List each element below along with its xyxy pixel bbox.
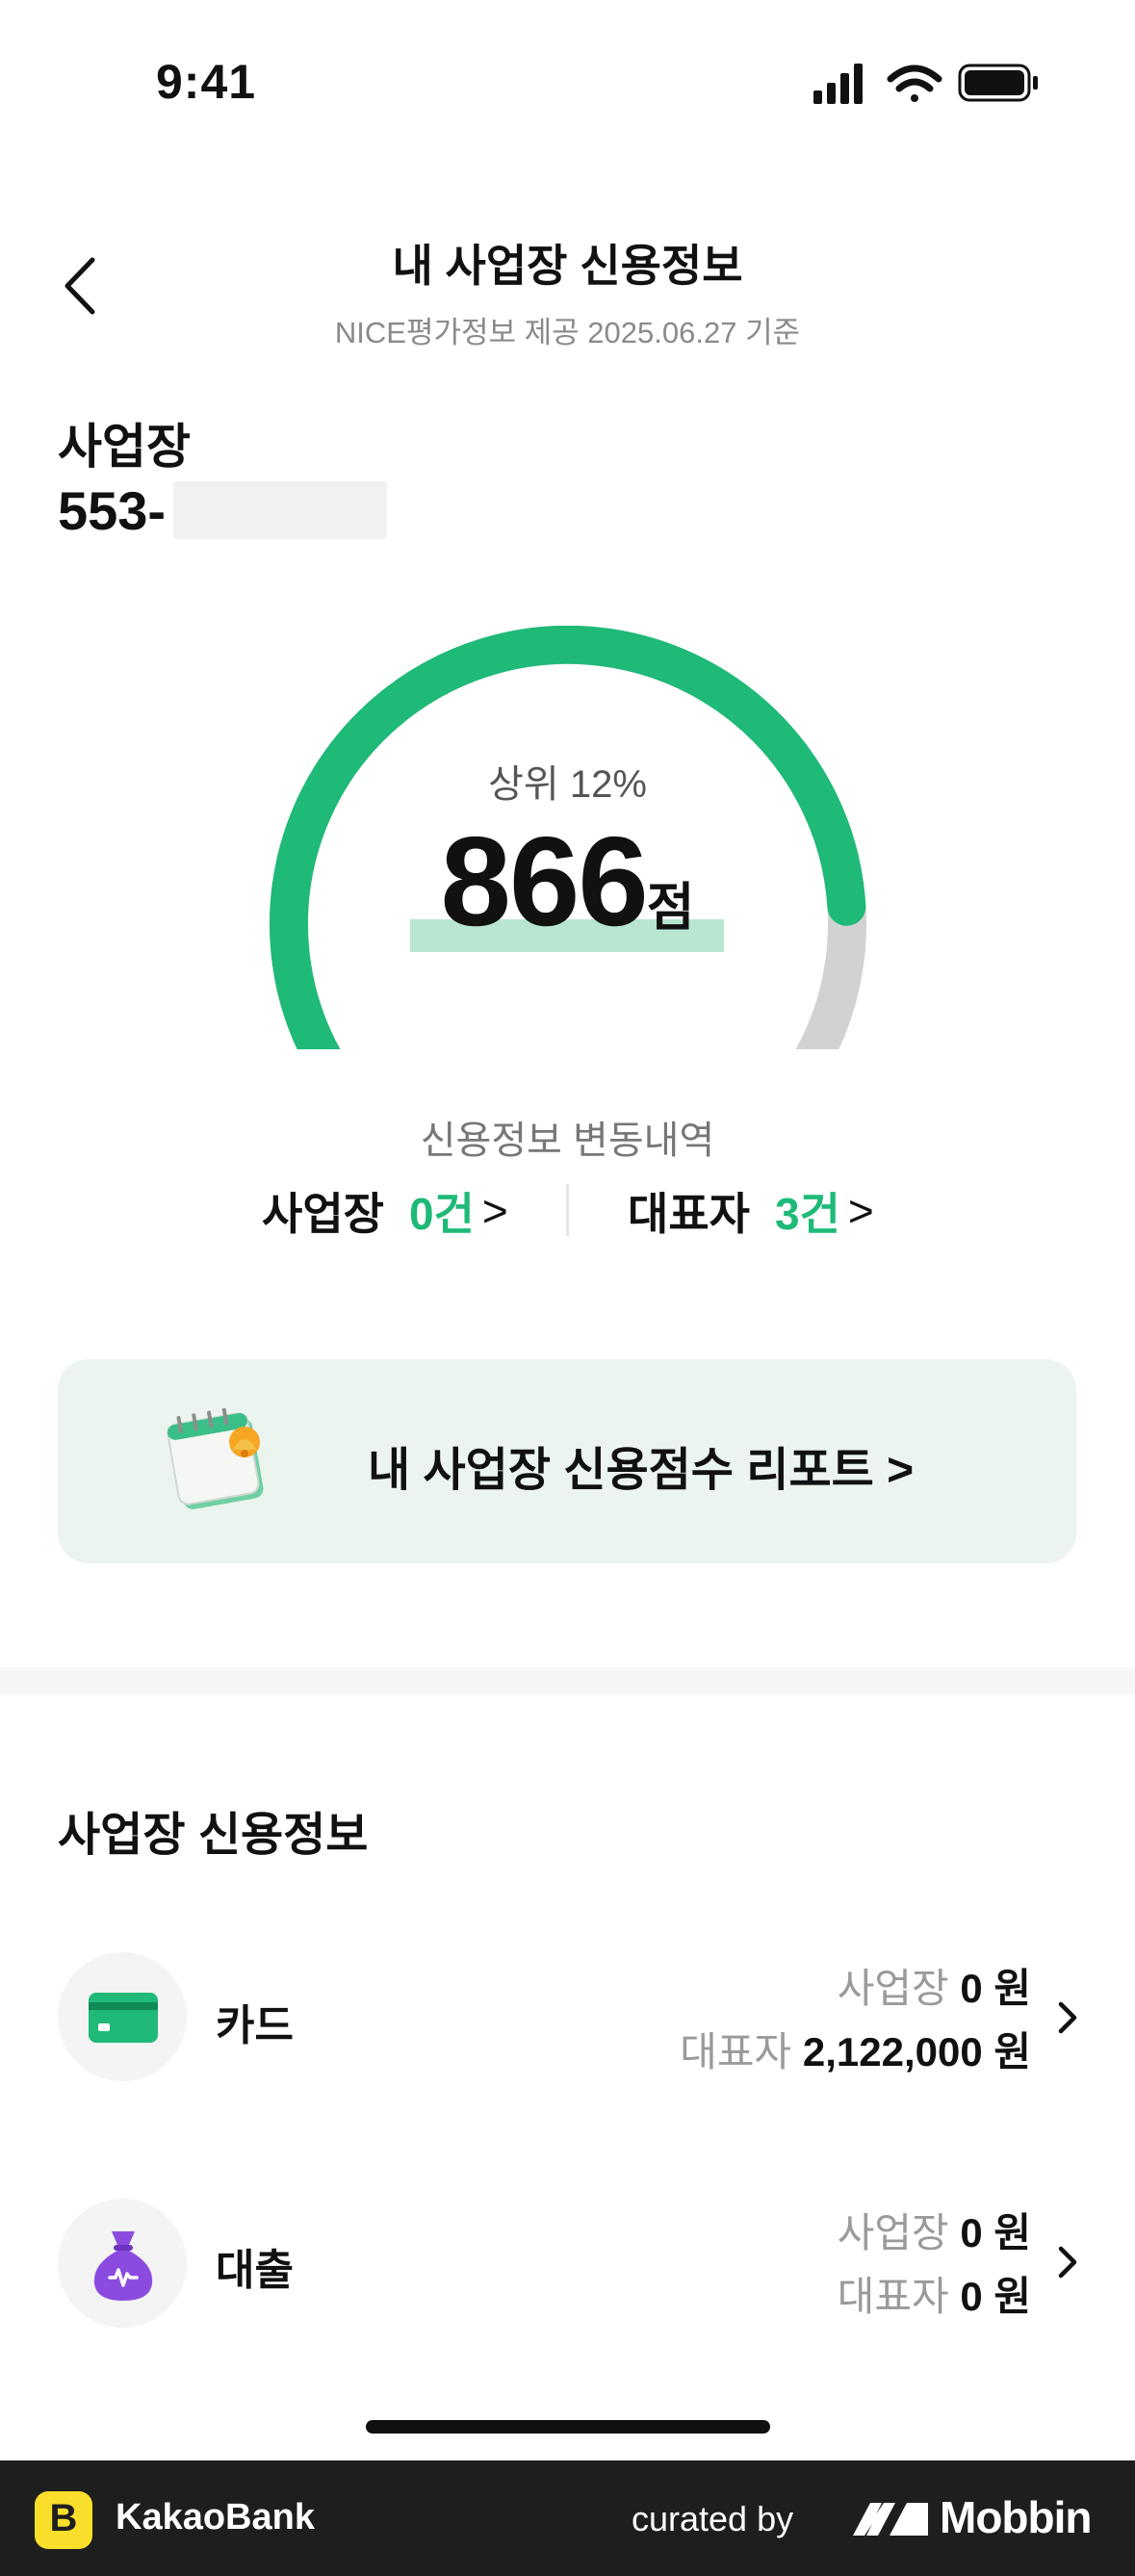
- loan-rep-key: 대표자: [837, 2274, 949, 2319]
- chevron-right-icon: >: [847, 1186, 874, 1236]
- mobbin-logo-icon: [853, 2503, 928, 2536]
- card-business-value: 0 원: [960, 1966, 1031, 2011]
- rank-text: 상위 12%: [488, 763, 647, 806]
- section-title: 사업장 신용정보: [58, 1810, 369, 1861]
- loan-representative-amount: 대표자 0 원: [838, 2264, 1031, 2323]
- card-business-key: 사업장: [837, 1966, 949, 2011]
- money-bag-icon: [93, 2231, 153, 2301]
- app-name: KakaoBank: [116, 2497, 315, 2537]
- loan-chevron-right-icon[interactable]: [1053, 2241, 1082, 2283]
- card-business-amount: 사업장 0 원: [838, 1956, 1031, 2015]
- loan-label: 대출: [216, 2247, 294, 2294]
- card-rep-value: 2,122,000 원: [802, 2029, 1031, 2074]
- loan-rep-value: 0 원: [960, 2274, 1031, 2319]
- card-label: 카드: [216, 2002, 294, 2049]
- kakaobank-logo-letter: B: [49, 2497, 78, 2539]
- score-unit: 점: [646, 879, 695, 937]
- page-title: 내 사업장 신용정보: [392, 241, 743, 291]
- home-indicator: [366, 2420, 770, 2434]
- credit-report-label: 내 사업장 신용점수 리포트 >: [368, 1445, 915, 1496]
- loan-business-key: 사업장: [837, 2210, 949, 2255]
- representative-change-label: 대표자: [628, 1189, 750, 1239]
- business-change-count: 0건: [408, 1189, 475, 1239]
- card-rep-key: 대표자: [680, 2029, 792, 2074]
- business-change-label: 사업장: [262, 1189, 384, 1239]
- business-label: 사업장: [58, 420, 191, 474]
- loan-business-amount: 사업장 0 원: [838, 2201, 1031, 2259]
- curated-by-label: curated by: [632, 2499, 794, 2538]
- status-icons: [813, 64, 1038, 104]
- section-separator: [0, 1667, 1135, 1694]
- chevron-right-icon: >: [481, 1186, 508, 1236]
- card-chevron-right-icon[interactable]: [1053, 1996, 1082, 2039]
- representative-change-link[interactable]: 대표자 3건 >: [628, 1179, 874, 1243]
- change-history-title: 신용정보 변동내역: [420, 1120, 715, 1162]
- mobbin-name: Mobbin: [940, 2492, 1092, 2542]
- business-number-mask: [173, 481, 387, 539]
- card-representative-amount: 대표자 2,122,000 원: [680, 2020, 1031, 2078]
- signal-icon: [813, 64, 863, 104]
- business-number: 553-: [58, 480, 167, 541]
- page-subtitle: NICE평가정보 제공 2025.06.27 기준: [334, 316, 801, 349]
- battery-icon: [958, 64, 1038, 102]
- representative-change-count: 3건: [774, 1189, 840, 1239]
- credit-card-icon: [89, 1993, 158, 2043]
- business-change-link[interactable]: 사업장 0건 >: [262, 1179, 508, 1243]
- notepad-bell-icon: [167, 1407, 264, 1509]
- score-display: 866점: [0, 809, 1135, 954]
- kakaobank-logo-icon: B: [35, 2491, 92, 2549]
- loan-business-value: 0 원: [960, 2210, 1031, 2255]
- divider: [566, 1184, 569, 1236]
- score-value: 866: [440, 811, 649, 952]
- wifi-icon: [887, 64, 942, 102]
- status-time: 9:41: [156, 55, 257, 109]
